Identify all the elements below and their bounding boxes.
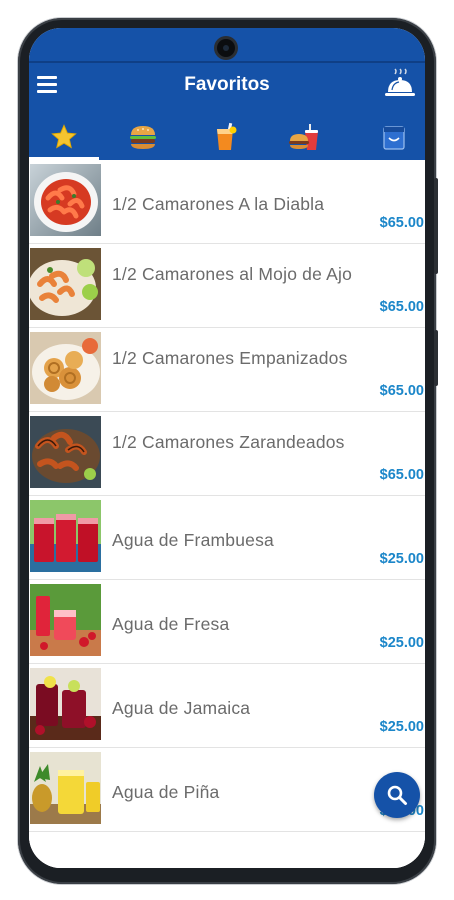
list-item[interactable]: Agua de Fresa $25.00 xyxy=(29,580,425,664)
item-price: $65.00 xyxy=(379,467,424,483)
spicy-shrimp-plate-image xyxy=(30,164,101,236)
item-price: $65.00 xyxy=(379,383,424,399)
pineapple-drink-image xyxy=(30,752,101,824)
category-tabs xyxy=(29,114,425,160)
item-name: Agua de Frambuesa xyxy=(112,530,274,550)
tab-combos[interactable] xyxy=(275,114,335,160)
item-price: $25.00 xyxy=(379,635,424,651)
app-bar: Favoritos xyxy=(29,28,425,160)
item-price: $65.00 xyxy=(379,299,424,315)
item-name: 1/2 Camarones A la Diabla xyxy=(112,194,325,214)
power-button xyxy=(434,330,438,386)
tab-drinks[interactable] xyxy=(195,114,255,160)
strawberry-drink-image xyxy=(30,584,101,656)
star-icon xyxy=(51,124,77,149)
bottom-spacer xyxy=(29,833,425,868)
favorites-list: 1/2 Camarones A la Diabla $65.00 1/2 Cam… xyxy=(29,160,425,868)
cloche-icon[interactable] xyxy=(383,68,417,102)
bag-icon xyxy=(383,126,405,150)
list-item[interactable]: Agua de Jamaica $25.00 xyxy=(29,664,425,748)
list-item[interactable]: 1/2 Camarones al Mojo de Ajo $65.00 xyxy=(29,244,425,328)
volume-button xyxy=(434,178,438,274)
grilled-shrimp-plate-image xyxy=(30,416,101,488)
search-icon xyxy=(387,785,407,805)
garlic-shrimp-plate-image xyxy=(30,248,101,320)
burger-icon xyxy=(130,126,156,149)
item-name: Agua de Fresa xyxy=(112,614,230,634)
front-camera xyxy=(217,39,235,57)
list-item[interactable]: 1/2 Camarones Empanizados $65.00 xyxy=(29,328,425,412)
item-price: $65.00 xyxy=(379,215,424,231)
breaded-shrimp-plate-image xyxy=(30,332,101,404)
item-name: 1/2 Camarones al Mojo de Ajo xyxy=(112,264,353,284)
tab-bags[interactable] xyxy=(364,114,424,160)
list-item[interactable]: Agua de Piña $25.00 xyxy=(29,748,425,832)
search-button[interactable] xyxy=(374,772,420,818)
drink-glass-icon xyxy=(217,122,237,150)
raspberry-drink-image xyxy=(30,500,101,572)
page-title: Favoritos xyxy=(184,74,270,95)
item-price: $25.00 xyxy=(379,551,424,567)
status-bar-divider xyxy=(29,61,425,63)
tab-burgers[interactable] xyxy=(113,114,173,160)
combo-meal-icon xyxy=(289,124,318,150)
list-item[interactable]: 1/2 Camarones Zarandeados $65.00 xyxy=(29,412,425,496)
item-name: Agua de Jamaica xyxy=(112,698,251,718)
list-item[interactable]: 1/2 Camarones A la Diabla $65.00 xyxy=(29,160,425,244)
app-screen: Favoritos 1/2 Camarones A la Diabla $65.… xyxy=(29,28,425,868)
item-name: Agua de Piña xyxy=(112,782,220,802)
item-name: 1/2 Camarones Empanizados xyxy=(112,348,348,368)
list-item[interactable]: Agua de Frambuesa $25.00 xyxy=(29,496,425,580)
item-price: $25.00 xyxy=(379,719,424,735)
tab-favorites[interactable] xyxy=(34,114,94,160)
hibiscus-drink-image xyxy=(30,668,101,740)
item-name: 1/2 Camarones Zarandeados xyxy=(112,432,345,452)
